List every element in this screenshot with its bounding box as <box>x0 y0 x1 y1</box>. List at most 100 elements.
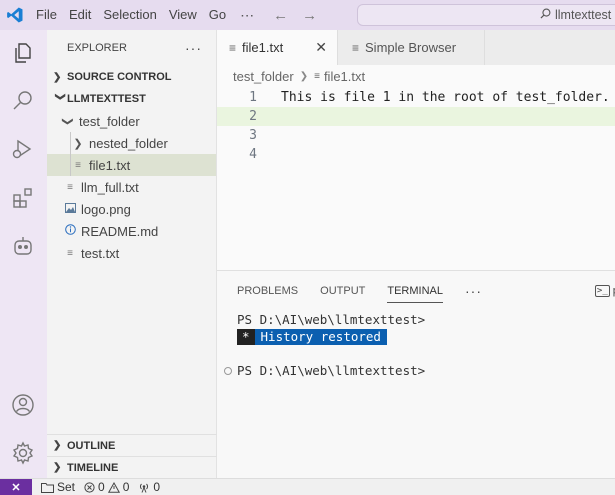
status-ports[interactable]: 0 <box>138 480 160 494</box>
chevron-right-icon: ❯ <box>53 462 62 473</box>
terminal-line: * History restored <box>237 328 615 345</box>
command-center-search[interactable]: llmtexttest <box>357 4 615 26</box>
tree-label: README.md <box>81 223 159 239</box>
code-line[interactable]: 3 <box>217 126 615 145</box>
section-outline[interactable]: ❯ OUTLINE <box>47 434 217 456</box>
terminal-icon: >_ <box>594 285 610 297</box>
status-set[interactable]: Set <box>41 480 75 494</box>
bottom-panel: PROBLEMS OUTPUT TERMINAL ··· >_ po PS D:… <box>217 270 615 478</box>
tree-label: test.txt <box>81 245 120 261</box>
settings-gear-icon[interactable] <box>10 440 36 466</box>
search-icon <box>540 8 551 22</box>
code-editor[interactable]: 1 This is file 1 in the root of test_fol… <box>217 87 615 270</box>
tree-label: file1.txt <box>89 157 131 173</box>
status-set-label: Set <box>57 480 76 494</box>
terminal-prompt: PS D:\AI\web\llmtexttest> <box>237 363 426 378</box>
breadcrumb: test_folder ❯ ≡ file1.txt <box>217 65 615 87</box>
warning-count: 0 <box>122 480 130 494</box>
error-icon <box>84 481 95 493</box>
text-file-icon: ≡ <box>75 159 81 171</box>
vscode-logo-icon <box>0 0 30 30</box>
tree-label: test_folder <box>79 113 140 129</box>
close-icon[interactable]: ✕ <box>315 39 327 56</box>
terminal-output[interactable]: PS D:\AI\web\llmtexttest> * History rest… <box>217 311 615 379</box>
tab-file1[interactable]: ≡ file1.txt ✕ <box>217 30 338 65</box>
account-icon[interactable] <box>10 392 36 418</box>
info-icon <box>63 224 77 238</box>
title-bar: File Edit Selection View Go ⋯ ← → llmtex… <box>0 0 615 30</box>
run-debug-icon[interactable] <box>10 136 36 162</box>
section-timeline[interactable]: ❯ TIMELINE <box>47 456 217 478</box>
code-line[interactable]: 1 This is file 1 in the root of test_fol… <box>217 88 615 107</box>
indent-guide <box>70 154 71 176</box>
text-file-icon: ≡ <box>229 40 237 55</box>
warning-icon <box>107 481 120 493</box>
breadcrumb-file[interactable]: file1.txt <box>324 69 365 84</box>
chevron-right-icon: ❯ <box>53 440 62 451</box>
search-activity-icon[interactable] <box>10 88 36 114</box>
history-star: * <box>237 328 255 345</box>
tab-simple-browser[interactable]: ≡ Simple Browser <box>338 30 485 65</box>
terminal-line: PS D:\AI\web\llmtexttest> <box>237 311 615 328</box>
tab-terminal[interactable]: TERMINAL <box>387 280 443 303</box>
tree-file-file1[interactable]: ≡ file1.txt <box>47 154 216 176</box>
forward-arrow-icon[interactable]: → <box>302 7 317 24</box>
menu-go[interactable]: Go <box>203 0 232 30</box>
workspace-name: llmtexttest <box>555 8 612 22</box>
code-line-current[interactable]: 2 <box>217 107 615 126</box>
command-decoration-icon[interactable] <box>224 366 232 375</box>
editor-tabs: ≡ file1.txt ✕ ≡ Simple Browser <box>217 30 615 65</box>
section-label: SOURCE CONTROL <box>67 71 172 83</box>
copilot-robot-icon[interactable] <box>10 233 36 259</box>
explorer-files-icon[interactable] <box>10 40 36 66</box>
tree-file-logo[interactable]: logo.png <box>47 198 216 220</box>
tree-label: nested_folder <box>89 135 168 151</box>
panel-more-icon[interactable]: ··· <box>465 283 482 299</box>
terminal-shell-selector[interactable]: >_ po <box>594 285 615 297</box>
indent-guide <box>70 132 71 154</box>
tree-file-llm-full[interactable]: ≡ llm_full.txt <box>47 176 216 198</box>
menu-more-icon[interactable]: ⋯ <box>232 7 263 24</box>
chevron-down-icon: ❯ <box>54 92 66 101</box>
tree-file-test[interactable]: ≡ test.txt <box>47 242 216 264</box>
tree-label: llm_full.txt <box>81 179 139 195</box>
explorer-sidebar: EXPLORER ··· ❯ SOURCE CONTROL ❯ LLMTEXTT… <box>47 30 217 478</box>
breadcrumb-folder[interactable]: test_folder <box>233 69 294 84</box>
line-number: 4 <box>249 147 257 162</box>
section-workspace[interactable]: ❯ LLMTEXTTEST <box>47 88 216 110</box>
tree-file-readme[interactable]: README.md <box>47 220 216 242</box>
error-count: 0 <box>98 480 105 494</box>
code-text[interactable]: This is file 1 in the root of test_folde… <box>261 90 610 105</box>
history-message: History restored <box>254 328 387 345</box>
section-source-control[interactable]: ❯ SOURCE CONTROL <box>47 66 216 88</box>
text-file-icon: ≡ <box>67 181 73 193</box>
menu-edit[interactable]: Edit <box>63 0 97 30</box>
back-arrow-icon[interactable]: ← <box>273 7 288 24</box>
terminal-line: PS D:\AI\web\llmtexttest> <box>224 362 615 379</box>
tab-problems[interactable]: PROBLEMS <box>237 280 298 302</box>
chevron-right-icon: ❯ <box>299 70 309 82</box>
chevron-right-icon: ❯ <box>73 137 83 150</box>
text-file-icon: ≡ <box>67 247 73 259</box>
extensions-icon[interactable] <box>10 185 36 211</box>
tab-label: file1.txt <box>242 40 284 55</box>
tree-folder-test-folder[interactable]: ❯ test_folder <box>47 110 216 132</box>
line-number: 2 <box>249 109 257 124</box>
tree-folder-nested-folder[interactable]: ❯ nested_folder <box>47 132 216 154</box>
history-restored-badge: * History restored <box>237 328 387 345</box>
menu-selection[interactable]: Selection <box>97 0 162 30</box>
code-line[interactable]: 4 <box>217 145 615 164</box>
menu-file[interactable]: File <box>30 0 63 30</box>
explorer-more-icon[interactable]: ··· <box>185 40 202 56</box>
menu-view[interactable]: View <box>163 0 203 30</box>
status-problems[interactable]: 0 0 <box>84 480 129 494</box>
sidebar-bottom-sections: ❯ OUTLINE ❯ TIMELINE <box>47 434 217 478</box>
tab-label: Simple Browser <box>365 40 457 55</box>
section-label: TIMELINE <box>67 461 119 474</box>
line-number: 3 <box>249 128 257 143</box>
terminal-prompt: PS D:\AI\web\llmtexttest> <box>237 312 426 327</box>
remote-indicator-icon[interactable]: ✕ <box>0 478 32 495</box>
activity-bar <box>0 30 47 478</box>
text-file-icon: ≡ <box>314 70 320 82</box>
tab-output[interactable]: OUTPUT <box>320 280 365 302</box>
